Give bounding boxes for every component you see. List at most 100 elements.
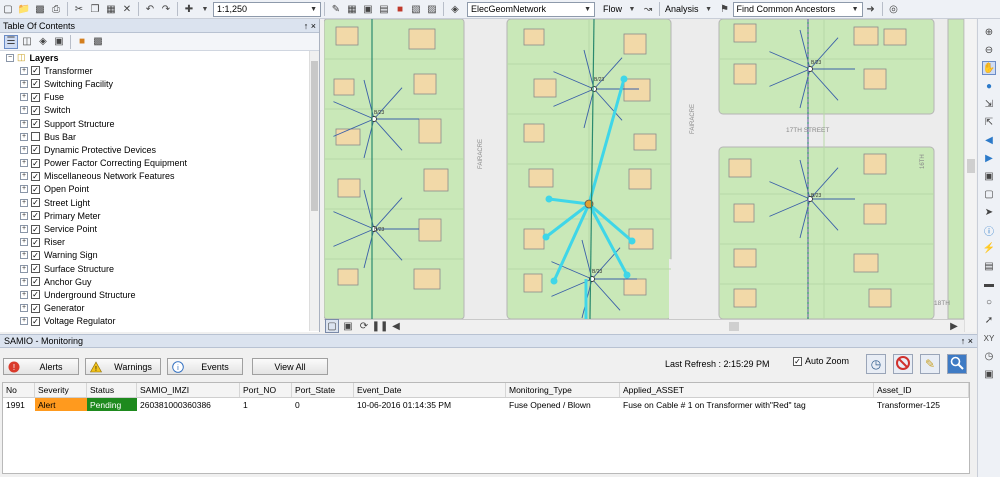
- layer-item[interactable]: + ✓ Riser: [0, 236, 319, 249]
- layer-item[interactable]: + ✓ Underground Structure: [0, 288, 319, 301]
- layer-visibility-checkbox[interactable]: ✓: [31, 250, 40, 260]
- pause-icon[interactable]: ❚❚: [372, 319, 389, 333]
- layer-visibility-checkbox[interactable]: ✓: [31, 79, 40, 89]
- full-extent-icon[interactable]: ●: [982, 79, 996, 93]
- layer-item[interactable]: + ✓ Power Factor Correcting Equipment: [0, 157, 319, 170]
- layer-visibility-checkbox[interactable]: ✓: [31, 171, 40, 181]
- expand-icon[interactable]: +: [20, 132, 28, 141]
- expand-icon[interactable]: +: [20, 185, 28, 194]
- layer-item[interactable]: + ✓ Generator: [0, 302, 319, 315]
- column-header[interactable]: Asset_ID: [874, 383, 969, 397]
- options-icon[interactable]: ▩: [91, 35, 105, 49]
- save-icon[interactable]: ▩: [33, 2, 47, 16]
- layer-item[interactable]: + ✓ Primary Meter: [0, 209, 319, 222]
- layout-view-icon[interactable]: ▢: [325, 319, 339, 333]
- layer-item[interactable]: + ✓ Service Point: [0, 222, 319, 235]
- pin-close-icons[interactable]: ↑ ×: [961, 336, 973, 346]
- expand-icon[interactable]: +: [20, 93, 28, 102]
- trace-task-combo[interactable]: Find Common Ancestors ▼: [732, 1, 863, 17]
- arctoolbox-icon[interactable]: ■: [393, 2, 407, 16]
- python-icon[interactable]: ▧: [409, 2, 423, 16]
- layer-visibility-checkbox[interactable]: ✓: [31, 158, 40, 168]
- search-button[interactable]: [947, 354, 967, 374]
- editor-icon[interactable]: ✎: [329, 2, 343, 16]
- scroll-left-icon[interactable]: ◀: [389, 319, 403, 333]
- zoom-out-icon[interactable]: ⊖: [982, 43, 996, 57]
- layer-visibility-checkbox[interactable]: ✓: [31, 198, 40, 208]
- html-popup-icon[interactable]: ▤: [982, 259, 996, 273]
- refresh-icon[interactable]: ⟳: [357, 319, 371, 333]
- layer-visibility-checkbox[interactable]: ✓: [31, 66, 40, 76]
- route-icon[interactable]: ➚: [982, 313, 996, 327]
- layer-item[interactable]: + ✓ Support Structure: [0, 117, 319, 130]
- collapse-icon[interactable]: −: [6, 53, 14, 62]
- map-canvas[interactable]: FAIRACRE FAIRACRE 17TH STREET 16TH 18TH …: [324, 19, 964, 319]
- layer-visibility-checkbox[interactable]: ✓: [31, 316, 40, 326]
- model-builder-icon[interactable]: ▨: [425, 2, 439, 16]
- table-row[interactable]: 1991 Alert Pending 260381000360386 1 0 10-06-2…: [3, 398, 969, 411]
- flow-arrow-icon[interactable]: ↝: [641, 2, 655, 16]
- identify-icon[interactable]: ⓘ: [982, 223, 996, 238]
- new-document-icon[interactable]: ▢: [1, 2, 15, 16]
- horizontal-scroll-thumb[interactable]: [729, 322, 739, 331]
- expand-icon[interactable]: +: [20, 119, 28, 128]
- measure-icon[interactable]: ▬: [982, 277, 996, 291]
- layer-visibility-checkbox[interactable]: ✓: [31, 277, 40, 287]
- warnings-button[interactable]: ! Warnings: [85, 358, 161, 375]
- go-to-xy-icon[interactable]: XY: [982, 331, 996, 345]
- list-by-source-icon[interactable]: ◫: [20, 35, 34, 49]
- select-features-icon[interactable]: ▣: [982, 169, 996, 183]
- layer-item[interactable]: + ✓ Switching Facility: [0, 77, 319, 90]
- data-view-icon[interactable]: ▣: [341, 319, 355, 333]
- expand-icon[interactable]: +: [20, 304, 28, 313]
- undo-icon[interactable]: ↶: [143, 2, 157, 16]
- column-header[interactable]: Port_State: [292, 383, 354, 397]
- map-vertical-scrollbar[interactable]: [964, 19, 976, 332]
- column-header[interactable]: Monitoring_Type: [506, 383, 620, 397]
- list-by-visibility-icon[interactable]: ◈: [36, 35, 50, 49]
- map-view[interactable]: FAIRACRE FAIRACRE 17TH STREET 16TH 18TH …: [324, 19, 964, 319]
- analysis-menu[interactable]: Analysis: [663, 4, 701, 14]
- catalog-icon[interactable]: ▣: [361, 2, 375, 16]
- layer-visibility-checkbox[interactable]: ✓: [31, 184, 40, 194]
- solve-icon[interactable]: ➜: [864, 2, 878, 16]
- paste-icon[interactable]: ▦: [104, 2, 118, 16]
- open-icon[interactable]: 📁: [17, 2, 31, 16]
- layer-visibility-checkbox[interactable]: ✓: [31, 105, 40, 115]
- network-analyst-icon[interactable]: ◈: [448, 2, 462, 16]
- layer-item[interactable]: + ✓ Voltage Regulator: [0, 315, 319, 328]
- create-viewer-icon[interactable]: ▣: [982, 367, 996, 381]
- zoom-in-icon[interactable]: ⊕: [982, 25, 996, 39]
- layer-item[interactable]: + ✓ Warning Sign: [0, 249, 319, 262]
- fixed-zoom-in-icon[interactable]: ⇲: [982, 97, 996, 111]
- layer-item[interactable]: + ✓ Switch: [0, 104, 319, 117]
- chevron-down-icon[interactable]: ▼: [198, 2, 212, 16]
- clear-button[interactable]: ✎: [920, 354, 940, 374]
- list-by-selection-icon[interactable]: ▣: [52, 35, 66, 49]
- copy-icon[interactable]: ❐: [88, 2, 102, 16]
- table-icon[interactable]: ▦: [345, 2, 359, 16]
- expand-icon[interactable]: +: [20, 106, 28, 115]
- layer-group-root[interactable]: − ◫ Layers: [0, 51, 319, 64]
- add-data-icon[interactable]: ✚: [182, 2, 196, 16]
- expand-icon[interactable]: +: [20, 211, 28, 220]
- column-header[interactable]: No: [3, 383, 35, 397]
- layer-visibility-checkbox[interactable]: ✓: [31, 237, 40, 247]
- column-header[interactable]: Port_NO: [240, 383, 292, 397]
- layer-visibility-checkbox[interactable]: ✓: [31, 119, 40, 129]
- auto-zoom-check[interactable]: ✓: [793, 356, 802, 366]
- layer-visibility-checkbox[interactable]: ✓: [31, 224, 40, 234]
- column-header[interactable]: Status: [87, 383, 137, 397]
- stop-button[interactable]: [893, 354, 913, 374]
- expand-icon[interactable]: +: [20, 145, 28, 154]
- chevron-down-icon[interactable]: ▼: [625, 2, 639, 16]
- view-all-button[interactable]: View All: [252, 358, 328, 375]
- layer-item[interactable]: + Bus Bar: [0, 130, 319, 143]
- layer-item[interactable]: + ✓ Street Light: [0, 196, 319, 209]
- layer-visibility-checkbox[interactable]: [31, 132, 40, 142]
- layer-item[interactable]: + ✓ Transformer: [0, 64, 319, 77]
- print-icon[interactable]: ⎙: [49, 2, 63, 16]
- list-by-drawing-order-icon[interactable]: ☰: [4, 34, 18, 49]
- speed-gauge-button[interactable]: ◷: [866, 354, 886, 374]
- pan-icon[interactable]: ✋: [982, 61, 996, 75]
